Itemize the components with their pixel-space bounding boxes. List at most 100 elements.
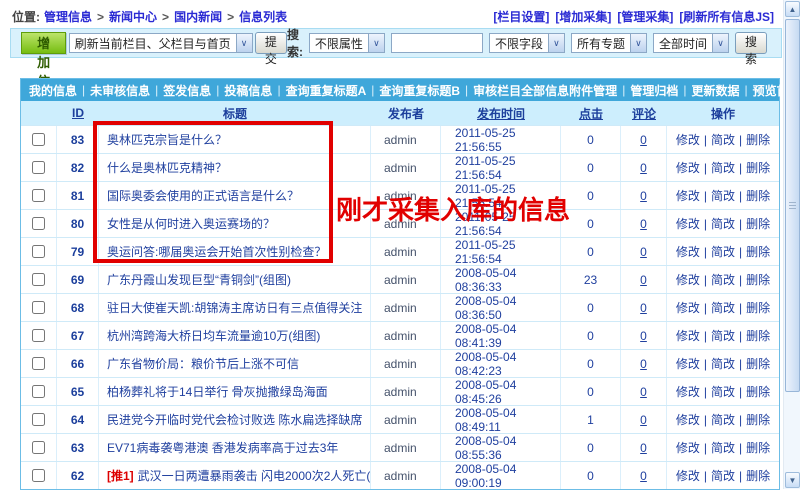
search-keyword-input[interactable] — [391, 33, 483, 53]
row-title-link[interactable]: EV71病毒袭粤港澳 香港发病率高于过去3年 — [107, 439, 338, 456]
breadcrumb-link[interactable]: 国内新闻 — [174, 10, 222, 24]
row-edit-link[interactable]: 修改 — [676, 299, 700, 316]
row-quick-edit-link[interactable]: 简改 — [711, 355, 735, 372]
row-title-link[interactable]: 广东省物价局：粮价节后上涨不可信 — [107, 355, 299, 372]
row-title-link[interactable]: 什么是奥林匹克精神？ — [107, 159, 227, 176]
row-title-link[interactable]: 奥运问答:哪届奥运会开始首次性别检查？ — [107, 243, 326, 260]
refresh-scope-select[interactable]: 刷新当前栏目、父栏目与首页 ∨ — [69, 33, 253, 53]
row-delete-link[interactable]: 删除 — [746, 327, 770, 344]
row-quick-edit-link[interactable]: 简改 — [711, 271, 735, 288]
row-checkbox[interactable] — [32, 133, 45, 146]
row-quick-edit-link[interactable]: 简改 — [711, 327, 735, 344]
row-checkbox[interactable] — [32, 273, 45, 286]
row-checkbox[interactable] — [32, 301, 45, 314]
row-title-link[interactable]: 奥林匹克宗旨是什么？ — [107, 131, 227, 148]
row-checkbox[interactable] — [32, 189, 45, 202]
row-edit-link[interactable]: 修改 — [676, 411, 700, 428]
row-checkbox[interactable] — [32, 385, 45, 398]
row-checkbox[interactable] — [32, 469, 45, 482]
top-action-link[interactable]: [栏目设置] — [493, 10, 549, 24]
tab-link[interactable]: 更新数据 — [691, 82, 739, 99]
row-comments-link[interactable]: 0 — [640, 189, 647, 203]
row-title-link[interactable]: 民进党今开临时党代会检讨败选 陈水扁选择缺席 — [107, 411, 362, 428]
top-action-link[interactable]: [管理采集] — [617, 10, 673, 24]
row-title-link[interactable]: 驻日大使崔天凯:胡锦涛主席访日有三点值得关注 — [107, 299, 362, 316]
scroll-up-button[interactable]: ▲ — [785, 1, 800, 17]
tab-link[interactable]: 审核栏目全部信息 — [473, 82, 569, 99]
row-delete-link[interactable]: 删除 — [746, 355, 770, 372]
field-select[interactable]: 不限字段 ∨ — [489, 33, 565, 53]
row-quick-edit-link[interactable]: 简改 — [711, 187, 735, 204]
row-delete-link[interactable]: 删除 — [746, 215, 770, 232]
row-comments-link[interactable]: 0 — [640, 441, 647, 455]
row-delete-link[interactable]: 删除 — [746, 271, 770, 288]
row-quick-edit-link[interactable]: 简改 — [711, 411, 735, 428]
row-delete-link[interactable]: 删除 — [746, 383, 770, 400]
row-comments-link[interactable]: 0 — [640, 469, 647, 483]
row-delete-link[interactable]: 删除 — [746, 467, 770, 484]
scrollbar-thumb[interactable] — [785, 19, 800, 392]
row-checkbox[interactable] — [32, 329, 45, 342]
row-title-link[interactable]: 柏杨葬礼将于14日举行 骨灰抛撒绿岛海面 — [107, 383, 328, 400]
header-id-sort-link[interactable]: ID — [72, 106, 84, 120]
row-checkbox[interactable] — [32, 413, 45, 426]
row-comments-link[interactable]: 0 — [640, 245, 647, 259]
scroll-down-button[interactable]: ▼ — [785, 472, 800, 488]
vertical-scrollbar[interactable]: ▲ ▼ — [783, 0, 800, 489]
breadcrumb-link[interactable]: 信息列表 — [239, 10, 287, 24]
row-comments-link[interactable]: 0 — [640, 133, 647, 147]
row-edit-link[interactable]: 修改 — [676, 439, 700, 456]
row-delete-link[interactable]: 删除 — [746, 411, 770, 428]
row-quick-edit-link[interactable]: 简改 — [711, 439, 735, 456]
row-delete-link[interactable]: 删除 — [746, 187, 770, 204]
row-comments-link[interactable]: 0 — [640, 357, 647, 371]
breadcrumb-link[interactable]: 新闻中心 — [109, 10, 157, 24]
row-edit-link[interactable]: 修改 — [676, 187, 700, 204]
row-delete-link[interactable]: 删除 — [746, 439, 770, 456]
row-edit-link[interactable]: 修改 — [676, 271, 700, 288]
tab-link[interactable]: 我的信息 — [29, 82, 77, 99]
row-edit-link[interactable]: 修改 — [676, 215, 700, 232]
row-edit-link[interactable]: 修改 — [676, 159, 700, 176]
row-checkbox[interactable] — [32, 161, 45, 174]
breadcrumb-link[interactable]: 管理信息 — [44, 10, 92, 24]
row-checkbox[interactable] — [32, 441, 45, 454]
header-clicks-sort-link[interactable]: 点击 — [579, 105, 603, 122]
row-comments-link[interactable]: 0 — [640, 273, 647, 287]
header-comments-sort-link[interactable]: 评论 — [632, 105, 656, 122]
tab-link[interactable]: 管理归档 — [630, 82, 678, 99]
row-comments-link[interactable]: 0 — [640, 217, 647, 231]
tab-link[interactable]: 查询重复标题B — [379, 82, 460, 99]
tab-link[interactable]: 未审核信息 — [90, 82, 150, 99]
row-checkbox[interactable] — [32, 217, 45, 230]
tab-link[interactable]: 签发信息 — [163, 82, 211, 99]
row-edit-link[interactable]: 修改 — [676, 243, 700, 260]
row-title-link[interactable]: 国际奥委会使用的正式语言是什么？ — [107, 187, 299, 204]
row-edit-link[interactable]: 修改 — [676, 467, 700, 484]
top-action-link[interactable]: [增加采集] — [555, 10, 611, 24]
row-checkbox[interactable] — [32, 245, 45, 258]
row-quick-edit-link[interactable]: 简改 — [711, 131, 735, 148]
add-info-button[interactable]: 增加信息 — [21, 32, 66, 54]
row-delete-link[interactable]: 删除 — [746, 159, 770, 176]
row-checkbox[interactable] — [32, 357, 45, 370]
row-quick-edit-link[interactable]: 简改 — [711, 243, 735, 260]
header-publish-time-sort-link[interactable]: 发布时间 — [477, 105, 525, 122]
row-comments-link[interactable]: 0 — [640, 329, 647, 343]
tab-link[interactable]: 查询重复标题A — [286, 82, 367, 99]
submit-button[interactable]: 提交 — [255, 32, 287, 54]
search-button[interactable]: 搜索 — [735, 32, 767, 54]
row-edit-link[interactable]: 修改 — [676, 327, 700, 344]
row-edit-link[interactable]: 修改 — [676, 383, 700, 400]
time-select[interactable]: 全部时间 ∨ — [653, 33, 729, 53]
topic-select[interactable]: 所有专题 ∨ — [571, 33, 647, 53]
row-quick-edit-link[interactable]: 简改 — [711, 299, 735, 316]
row-quick-edit-link[interactable]: 简改 — [711, 383, 735, 400]
row-comments-link[interactable]: 0 — [640, 385, 647, 399]
tab-link[interactable]: 投稿信息 — [224, 82, 272, 99]
row-delete-link[interactable]: 删除 — [746, 131, 770, 148]
attribute-select[interactable]: 不限属性 ∨ — [309, 33, 385, 53]
row-title-link[interactable]: 武汉一日两遭暴雨袭击 闪电2000次2人死亡(图) — [138, 467, 371, 484]
row-edit-link[interactable]: 修改 — [676, 355, 700, 372]
top-action-link[interactable]: [刷新所有信息JS] — [679, 10, 774, 24]
